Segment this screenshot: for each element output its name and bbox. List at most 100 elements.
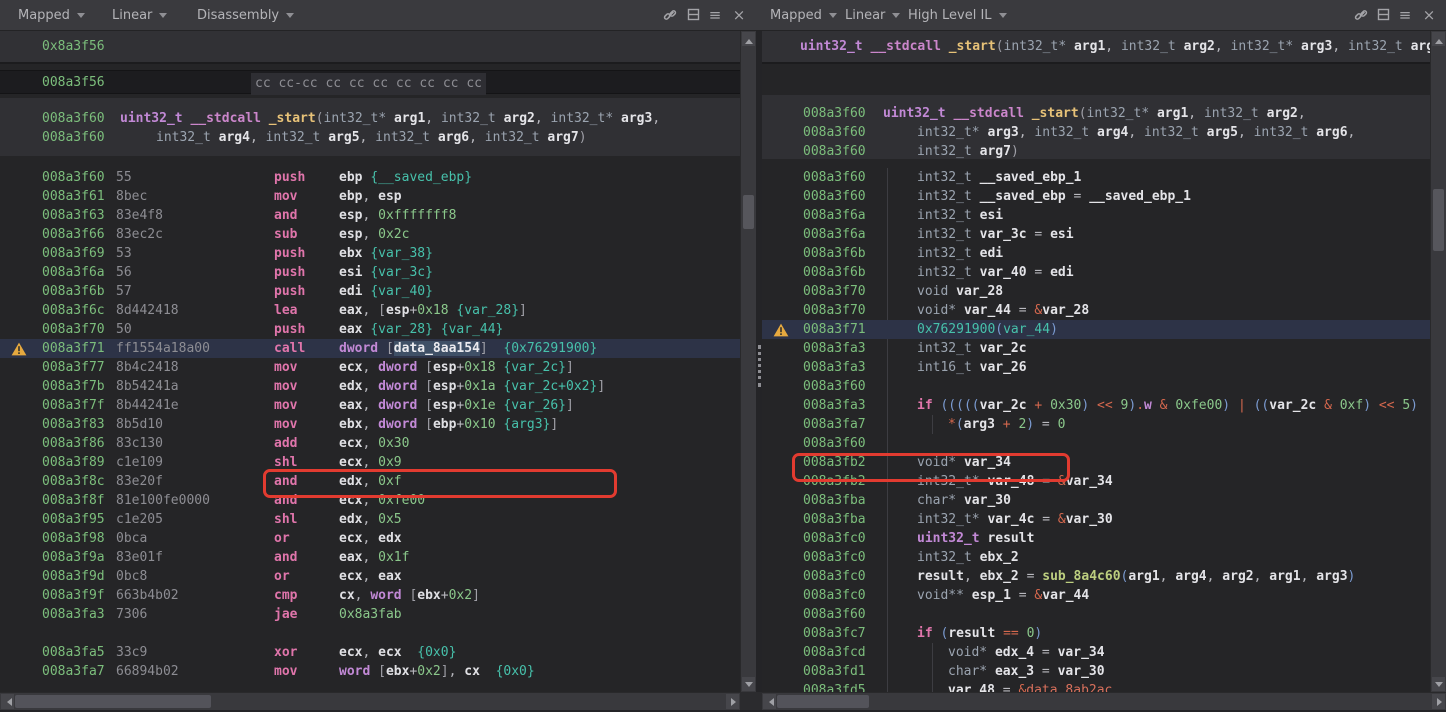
blank-row[interactable]: [0, 624, 740, 643]
disasm-row[interactable]: 008a3f6b57pushedi {var_40}: [0, 282, 740, 301]
disasm-row[interactable]: 008a3f6a56pushesi {var_3c}: [0, 263, 740, 282]
hlil-row[interactable]: 008a3fd5var_48 = &data_8ab2ac: [762, 681, 1431, 692]
left-view-menu-linear[interactable]: Linear: [112, 0, 167, 31]
hlil-row[interactable]: 008a3f6bint32_t edi: [762, 244, 1431, 263]
scroll-right-button[interactable]: [726, 694, 739, 709]
disasm-row[interactable]: 008a3f7050pusheax {var_28} {var_44}: [0, 320, 740, 339]
code-token: [261, 111, 269, 126]
signature-line[interactable]: 008a3f60int32_t* arg3, int32_t arg4, int…: [762, 123, 1431, 142]
scroll-down-button[interactable]: [1432, 677, 1445, 691]
disasm-row[interactable]: 008a3f89c1e109shlecx, 0x9: [0, 453, 740, 472]
disasm-row[interactable]: 008a3f7f8b44241emoveax, dword [esp+0x1e …: [0, 396, 740, 415]
hlil-row[interactable]: 008a3f70void var_28: [762, 282, 1431, 301]
reanalyze-icon[interactable]: [774, 40, 789, 55]
hlil-row[interactable]: 008a3fbachar* var_30: [762, 491, 1431, 510]
split-icon[interactable]: [684, 6, 702, 24]
disasm-row[interactable]: 008a3f8683c130addecx, 0x30: [0, 434, 740, 453]
split-icon[interactable]: [1374, 6, 1392, 24]
hlil-row[interactable]: 008a3fc0int32_t ebx_2: [762, 548, 1431, 567]
hlil-row[interactable]: 008a3fd1char* eax_3 = var_30: [762, 662, 1431, 681]
disasm-row[interactable]: 008a3f6683ec2csubesp, 0x2c: [0, 225, 740, 244]
disasm-row[interactable]: 008a3f6953pushebx {var_38}: [0, 244, 740, 263]
hlil-row[interactable]: 008a3fc0uint32_t result: [762, 529, 1431, 548]
scroll-up-button[interactable]: [742, 32, 755, 46]
hlil-row[interactable]: 008a3f60int32_t __saved_ebp = __saved_eb…: [762, 187, 1431, 206]
scroll-left-button[interactable]: [763, 694, 776, 709]
hlil-row[interactable]: 008a3f70void* var_44 = &var_28: [762, 301, 1431, 320]
signature-line[interactable]: 008a3f60int32_t arg7): [762, 142, 1431, 161]
pane-splitter[interactable]: [756, 31, 762, 692]
blank-row[interactable]: 008a3f60: [762, 377, 1431, 396]
hlil-row[interactable]: 008a3fa7*(arg3 + 2) = 0: [762, 415, 1431, 434]
selected-token[interactable]: data_8aa154: [394, 341, 480, 356]
scrollbar-thumb[interactable]: [777, 695, 869, 708]
disasm-row[interactable]: 008a3fa533c9xorecx, ecx {0x0}: [0, 643, 740, 662]
signature-line[interactable]: 008a3f60uint32_t __stdcall _start(int32_…: [762, 104, 1431, 123]
disasm-row[interactable]: 008a3f6383e4f8andesp, 0xfffffff8: [0, 206, 740, 225]
scroll-right-button[interactable]: [1432, 694, 1445, 709]
hlil-row[interactable]: 008a3fa3int16_t var_26: [762, 358, 1431, 377]
code-token: [: [378, 664, 386, 679]
blank-row[interactable]: 008a3f60: [762, 434, 1431, 453]
signature-line[interactable]: 008a3f60int32_t arg4, int32_t arg5, int3…: [0, 128, 740, 147]
left-view-menu-mapped[interactable]: Mapped: [18, 0, 85, 31]
hlil-row[interactable]: 008a3f60int32_t __saved_ebp_1: [762, 168, 1431, 187]
signature-line[interactable]: 008a3f60uint32_t __stdcall _start(int32_…: [0, 109, 740, 128]
left-horizontal-scrollbar[interactable]: [0, 692, 740, 710]
scroll-left-button[interactable]: [1, 694, 14, 709]
disasm-row[interactable]: 008a3f6c8d442418leaeax, [esp+0x18 {var_2…: [0, 301, 740, 320]
hlil-row[interactable]: 008a3fb2void* var_34: [762, 453, 1431, 472]
disasm-row[interactable]: 008a3f618becmovebp, esp: [0, 187, 740, 206]
disasm-row[interactable]: 008a3f9a83e01fandeax, 0x1f: [0, 548, 740, 567]
scrollbar-thumb[interactable]: [743, 195, 754, 229]
disasm-row[interactable]: 008a3f95c1e205shledx, 0x5: [0, 510, 740, 529]
right-view-menu-mapped[interactable]: Mapped: [770, 0, 837, 31]
right-view-menu-hlil[interactable]: High Level IL: [908, 0, 1007, 31]
hlil-code: int32_t esi: [917, 206, 1003, 225]
close-icon[interactable]: ×: [1420, 6, 1438, 24]
hlil-row[interactable]: 008a3fb2int32_t* var_48 = &var_34: [762, 472, 1431, 491]
scrollbar-thumb[interactable]: [1433, 189, 1444, 251]
disasm-row[interactable]: 008a3f6055pushebp {__saved_ebp}: [0, 168, 740, 187]
disasm-row[interactable]: 008a3f8f81e100fe0000andecx, 0xfe00: [0, 491, 740, 510]
hlil-row[interactable]: 008a3f6bint32_t var_40 = edi: [762, 263, 1431, 282]
hlil-row[interactable]: 008a3fcdvoid* edx_4 = var_34: [762, 643, 1431, 662]
disasm-row[interactable]: 008a3f71ff1554a18a00calldword [data_8aa1…: [0, 339, 740, 358]
hex-byte-row[interactable]: 008a3f56 cc cc-cc cc cc cc cc cc cc cc .…: [0, 70, 740, 94]
hlil-row[interactable]: 008a3fbaint32_t* var_4c = &var_30: [762, 510, 1431, 529]
disasm-row[interactable]: 008a3f7b8b54241amovedx, dword [esp+0x1a …: [0, 377, 740, 396]
disasm-row[interactable]: 008a3f8c83e20fandedx, 0xf: [0, 472, 740, 491]
right-vertical-scrollbar[interactable]: [1430, 31, 1446, 692]
triangle-right-icon: [1437, 698, 1446, 706]
scroll-up-button[interactable]: [1432, 32, 1445, 46]
right-horizontal-scrollbar[interactable]: [762, 692, 1446, 710]
disasm-row[interactable]: 008a3fa37306jae0x8a3fab: [0, 605, 740, 624]
scrollbar-thumb[interactable]: [15, 695, 211, 708]
disasm-row[interactable]: 008a3f9d0bc8orecx, eax: [0, 567, 740, 586]
hlil-row[interactable]: 008a3fa3int32_t var_2c: [762, 339, 1431, 358]
link-icon[interactable]: [661, 6, 679, 24]
menu-icon[interactable]: ≡: [706, 6, 724, 24]
hlil-row[interactable]: 008a3fc0void** esp_1 = &var_44: [762, 586, 1431, 605]
mnemonic: shl: [274, 453, 297, 472]
hlil-row[interactable]: 008a3f6aint32_t esi: [762, 206, 1431, 225]
right-view-menu-linear[interactable]: Linear: [845, 0, 900, 31]
disasm-row[interactable]: 008a3f980bcaorecx, edx: [0, 529, 740, 548]
hlil-row[interactable]: 008a3fa3if (((((var_2c + 0x30) << 9).w &…: [762, 396, 1431, 415]
disasm-row[interactable]: 008a3f9f663b4b02cmpcx, word [ebx+0x2]: [0, 586, 740, 605]
disasm-row[interactable]: 008a3fa766894b02movword [ebx+0x2], cx {0…: [0, 662, 740, 681]
menu-icon[interactable]: ≡: [1396, 6, 1414, 24]
hlil-row[interactable]: 008a3fc0result, ebx_2 = sub_8a4c60(arg1,…: [762, 567, 1431, 586]
hlil-row[interactable]: 008a3f6aint32_t var_3c = esi: [762, 225, 1431, 244]
left-view-menu-disassembly[interactable]: Disassembly: [197, 0, 294, 31]
disasm-row[interactable]: 008a3f778b4c2418movecx, dword [esp+0x18 …: [0, 358, 740, 377]
code-token: arg1: [394, 111, 425, 126]
scroll-down-button[interactable]: [742, 677, 755, 691]
blank-row[interactable]: 008a3f60: [762, 605, 1431, 624]
hlil-row[interactable]: 008a3fc7if (result == 0): [762, 624, 1431, 643]
link-icon[interactable]: [1352, 6, 1370, 24]
hlil-row[interactable]: 008a3f710x76291900(var_44): [762, 320, 1431, 339]
disasm-row[interactable]: 008a3f838b5d10movebx, dword [ebp+0x10 {a…: [0, 415, 740, 434]
left-vertical-scrollbar[interactable]: [740, 31, 756, 692]
close-icon[interactable]: ×: [730, 6, 748, 24]
